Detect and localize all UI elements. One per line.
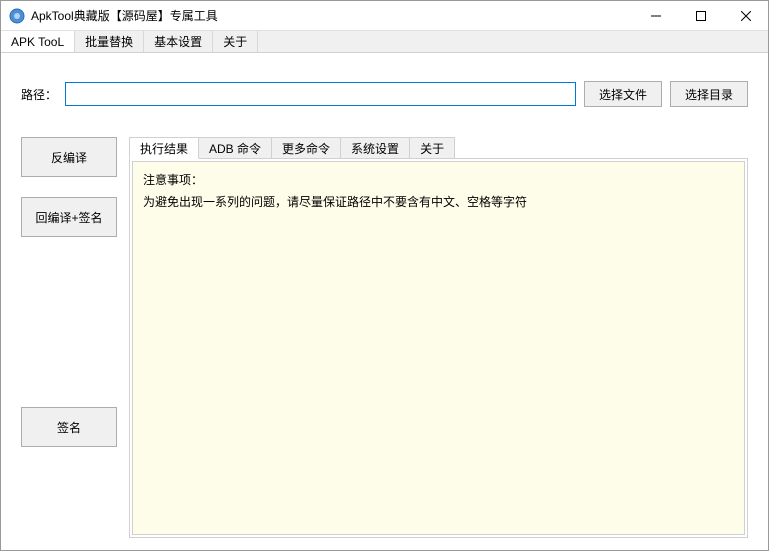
sign-button[interactable]: 签名: [21, 407, 117, 447]
tab-system-settings[interactable]: 系统设置: [340, 137, 410, 159]
result-textarea[interactable]: 注意事项： 为避免出现一系列的问题，请尽量保证路径中不要含有中文、空格等字符: [132, 161, 745, 535]
right-panel: 执行结果 ADB 命令 更多命令 系统设置 关于 注意事项： 为避免出现一系列的…: [129, 137, 748, 538]
menu-basic-settings[interactable]: 基本设置: [144, 31, 213, 52]
close-button[interactable]: [723, 1, 768, 30]
app-icon: [9, 8, 25, 24]
recompile-sign-button[interactable]: 回编译+签名: [21, 197, 117, 237]
content-area: 路径： 选择文件 选择目录 反编译 回编译+签名 签名 执行结果 ADB 命令 …: [1, 53, 768, 558]
tab-about[interactable]: 关于: [409, 137, 455, 159]
select-dir-button[interactable]: 选择目录: [670, 81, 748, 107]
main-area: 反编译 回编译+签名 签名 执行结果 ADB 命令 更多命令 系统设置 关于 注…: [21, 137, 748, 538]
tab-result[interactable]: 执行结果: [129, 137, 199, 159]
result-line: 注意事项：: [143, 170, 734, 192]
result-line: 为避免出现一系列的问题，请尽量保证路径中不要含有中文、空格等字符: [143, 192, 734, 214]
tab-more-cmd[interactable]: 更多命令: [271, 137, 341, 159]
menubar: APK TooL 批量替换 基本设置 关于: [1, 31, 768, 53]
path-row: 路径： 选择文件 选择目录: [21, 81, 748, 107]
select-file-button[interactable]: 选择文件: [584, 81, 662, 107]
decompile-button[interactable]: 反编译: [21, 137, 117, 177]
menu-batch-replace[interactable]: 批量替换: [75, 31, 144, 52]
tab-content: 注意事项： 为避免出现一系列的问题，请尽量保证路径中不要含有中文、空格等字符: [129, 158, 748, 538]
tabs: 执行结果 ADB 命令 更多命令 系统设置 关于: [129, 137, 748, 159]
window-title: ApkTool典藏版【源码屋】专属工具: [31, 7, 633, 24]
spacer: [21, 257, 117, 407]
window-controls: [633, 1, 768, 30]
path-label: 路径：: [21, 86, 57, 103]
titlebar: ApkTool典藏版【源码屋】专属工具: [1, 1, 768, 31]
minimize-button[interactable]: [633, 1, 678, 30]
path-input[interactable]: [65, 82, 576, 106]
maximize-button[interactable]: [678, 1, 723, 30]
tab-adb[interactable]: ADB 命令: [198, 137, 272, 159]
left-button-panel: 反编译 回编译+签名 签名: [21, 137, 117, 538]
menu-apk-tool[interactable]: APK TooL: [1, 31, 75, 52]
menu-about[interactable]: 关于: [213, 31, 258, 52]
